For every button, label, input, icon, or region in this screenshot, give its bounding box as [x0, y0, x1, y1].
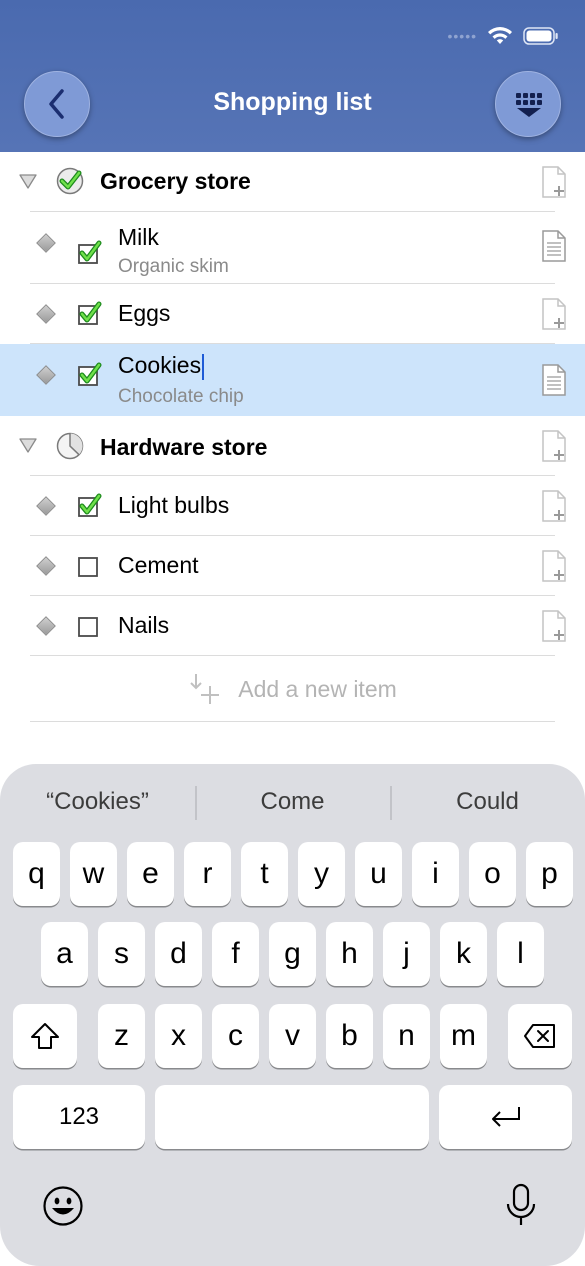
item-note: Organic skim: [118, 256, 229, 277]
add-new-item-label: Add a new item: [238, 675, 397, 702]
note-document-icon[interactable]: [541, 230, 567, 262]
microphone-icon[interactable]: [505, 1183, 537, 1227]
add-note-icon[interactable]: [541, 298, 567, 330]
group-name: Grocery store: [100, 168, 251, 194]
shift-key[interactable]: [13, 1004, 77, 1068]
numbers-key[interactable]: 123: [13, 1085, 145, 1149]
drag-handle-icon[interactable]: [36, 616, 56, 636]
item-name[interactable]: Cement: [118, 552, 199, 579]
item-note: Chocolate chip: [118, 386, 244, 407]
drag-handle-icon[interactable]: [36, 233, 56, 253]
cellular-signal-icon: •••••: [447, 28, 477, 44]
item-name[interactable]: Eggs: [118, 300, 170, 327]
delete-key[interactable]: [508, 1004, 572, 1068]
key-p[interactable]: p: [526, 842, 573, 906]
checkbox-unchecked-icon[interactable]: [76, 553, 102, 579]
item-name-text[interactable]: Cookies: [118, 352, 201, 378]
item-name[interactable]: Milk: [118, 224, 159, 251]
suggestion-3[interactable]: Could: [390, 782, 585, 822]
backspace-icon: [524, 1024, 555, 1048]
wifi-icon: [488, 27, 512, 44]
return-key[interactable]: [439, 1085, 572, 1149]
shift-arrow-icon: [31, 1023, 59, 1049]
group-row-hardware-store[interactable]: Hardware store: [0, 416, 585, 476]
checkbox-checked-icon[interactable]: [76, 301, 102, 327]
key-n[interactable]: n: [383, 1004, 430, 1068]
add-new-item-button[interactable]: Add a new item: [0, 656, 585, 722]
checkbox-unchecked-icon[interactable]: [76, 613, 102, 639]
checkbox-checked-icon[interactable]: [76, 240, 102, 266]
key-e[interactable]: e: [127, 842, 174, 906]
key-m[interactable]: m: [440, 1004, 487, 1068]
space-key[interactable]: [155, 1085, 429, 1149]
item-name-editing[interactable]: Cookies: [118, 352, 205, 380]
add-note-icon[interactable]: [541, 550, 567, 582]
list-item-cement[interactable]: Cement: [0, 536, 585, 596]
drag-handle-icon[interactable]: [36, 496, 56, 516]
check-circle-icon: [56, 167, 84, 195]
add-note-icon[interactable]: [541, 430, 567, 462]
emoji-face-icon[interactable]: [42, 1185, 84, 1227]
key-k[interactable]: k: [440, 922, 487, 986]
add-note-icon[interactable]: [541, 166, 567, 198]
checkbox-checked-icon[interactable]: [76, 493, 102, 519]
list-item-eggs[interactable]: Eggs: [0, 284, 585, 344]
on-screen-keyboard: “Cookies” Come Could q w e r t y u i o p…: [0, 764, 585, 1266]
navigation-bar: ••••• Shopping list: [0, 0, 585, 152]
menu-button[interactable]: [495, 71, 561, 137]
key-w[interactable]: w: [70, 842, 117, 906]
key-u[interactable]: u: [355, 842, 402, 906]
list-item-cookies[interactable]: Cookies Chocolate chip: [0, 344, 585, 416]
key-t[interactable]: t: [241, 842, 288, 906]
shopping-list: Grocery store Milk Organic skim Eggs Coo…: [0, 152, 585, 722]
key-c[interactable]: c: [212, 1004, 259, 1068]
text-cursor: [202, 353, 205, 380]
key-h[interactable]: h: [326, 922, 373, 986]
key-x[interactable]: x: [155, 1004, 202, 1068]
add-item-icon: [190, 674, 220, 704]
note-document-icon[interactable]: [541, 364, 567, 396]
key-v[interactable]: v: [269, 1004, 316, 1068]
key-q[interactable]: q: [13, 842, 60, 906]
key-y[interactable]: y: [298, 842, 345, 906]
list-item-milk[interactable]: Milk Organic skim: [0, 212, 585, 284]
key-i[interactable]: i: [412, 842, 459, 906]
key-f[interactable]: f: [212, 922, 259, 986]
key-d[interactable]: d: [155, 922, 202, 986]
collapse-triangle-icon[interactable]: [19, 437, 37, 453]
add-note-icon[interactable]: [541, 610, 567, 642]
checkbox-checked-icon[interactable]: [76, 362, 102, 388]
drag-handle-icon[interactable]: [36, 365, 56, 385]
group-name: Hardware store: [100, 434, 268, 460]
key-z[interactable]: z: [98, 1004, 145, 1068]
key-s[interactable]: s: [98, 922, 145, 986]
key-j[interactable]: j: [383, 922, 430, 986]
predictive-suggestions: “Cookies” Come Could: [0, 782, 585, 822]
collapse-triangle-icon[interactable]: [19, 173, 37, 189]
list-item-nails[interactable]: Nails: [0, 596, 585, 656]
key-g[interactable]: g: [269, 922, 316, 986]
grid-dropdown-icon: [516, 93, 542, 117]
partial-pie-icon: [56, 432, 84, 460]
key-b[interactable]: b: [326, 1004, 373, 1068]
key-l[interactable]: l: [497, 922, 544, 986]
drag-handle-icon[interactable]: [36, 556, 56, 576]
return-arrow-icon: [491, 1107, 520, 1127]
key-o[interactable]: o: [469, 842, 516, 906]
battery-icon: [523, 27, 558, 45]
group-row-grocery-store[interactable]: Grocery store: [0, 152, 585, 212]
key-a[interactable]: a: [41, 922, 88, 986]
drag-handle-icon[interactable]: [36, 304, 56, 324]
suggestion-1[interactable]: “Cookies”: [0, 782, 195, 822]
item-name[interactable]: Light bulbs: [118, 492, 229, 519]
list-item-light-bulbs[interactable]: Light bulbs: [0, 476, 585, 536]
suggestion-2[interactable]: Come: [195, 782, 390, 822]
item-name[interactable]: Nails: [118, 612, 169, 639]
add-note-icon[interactable]: [541, 490, 567, 522]
status-bar: •••••: [447, 26, 559, 46]
key-r[interactable]: r: [184, 842, 231, 906]
